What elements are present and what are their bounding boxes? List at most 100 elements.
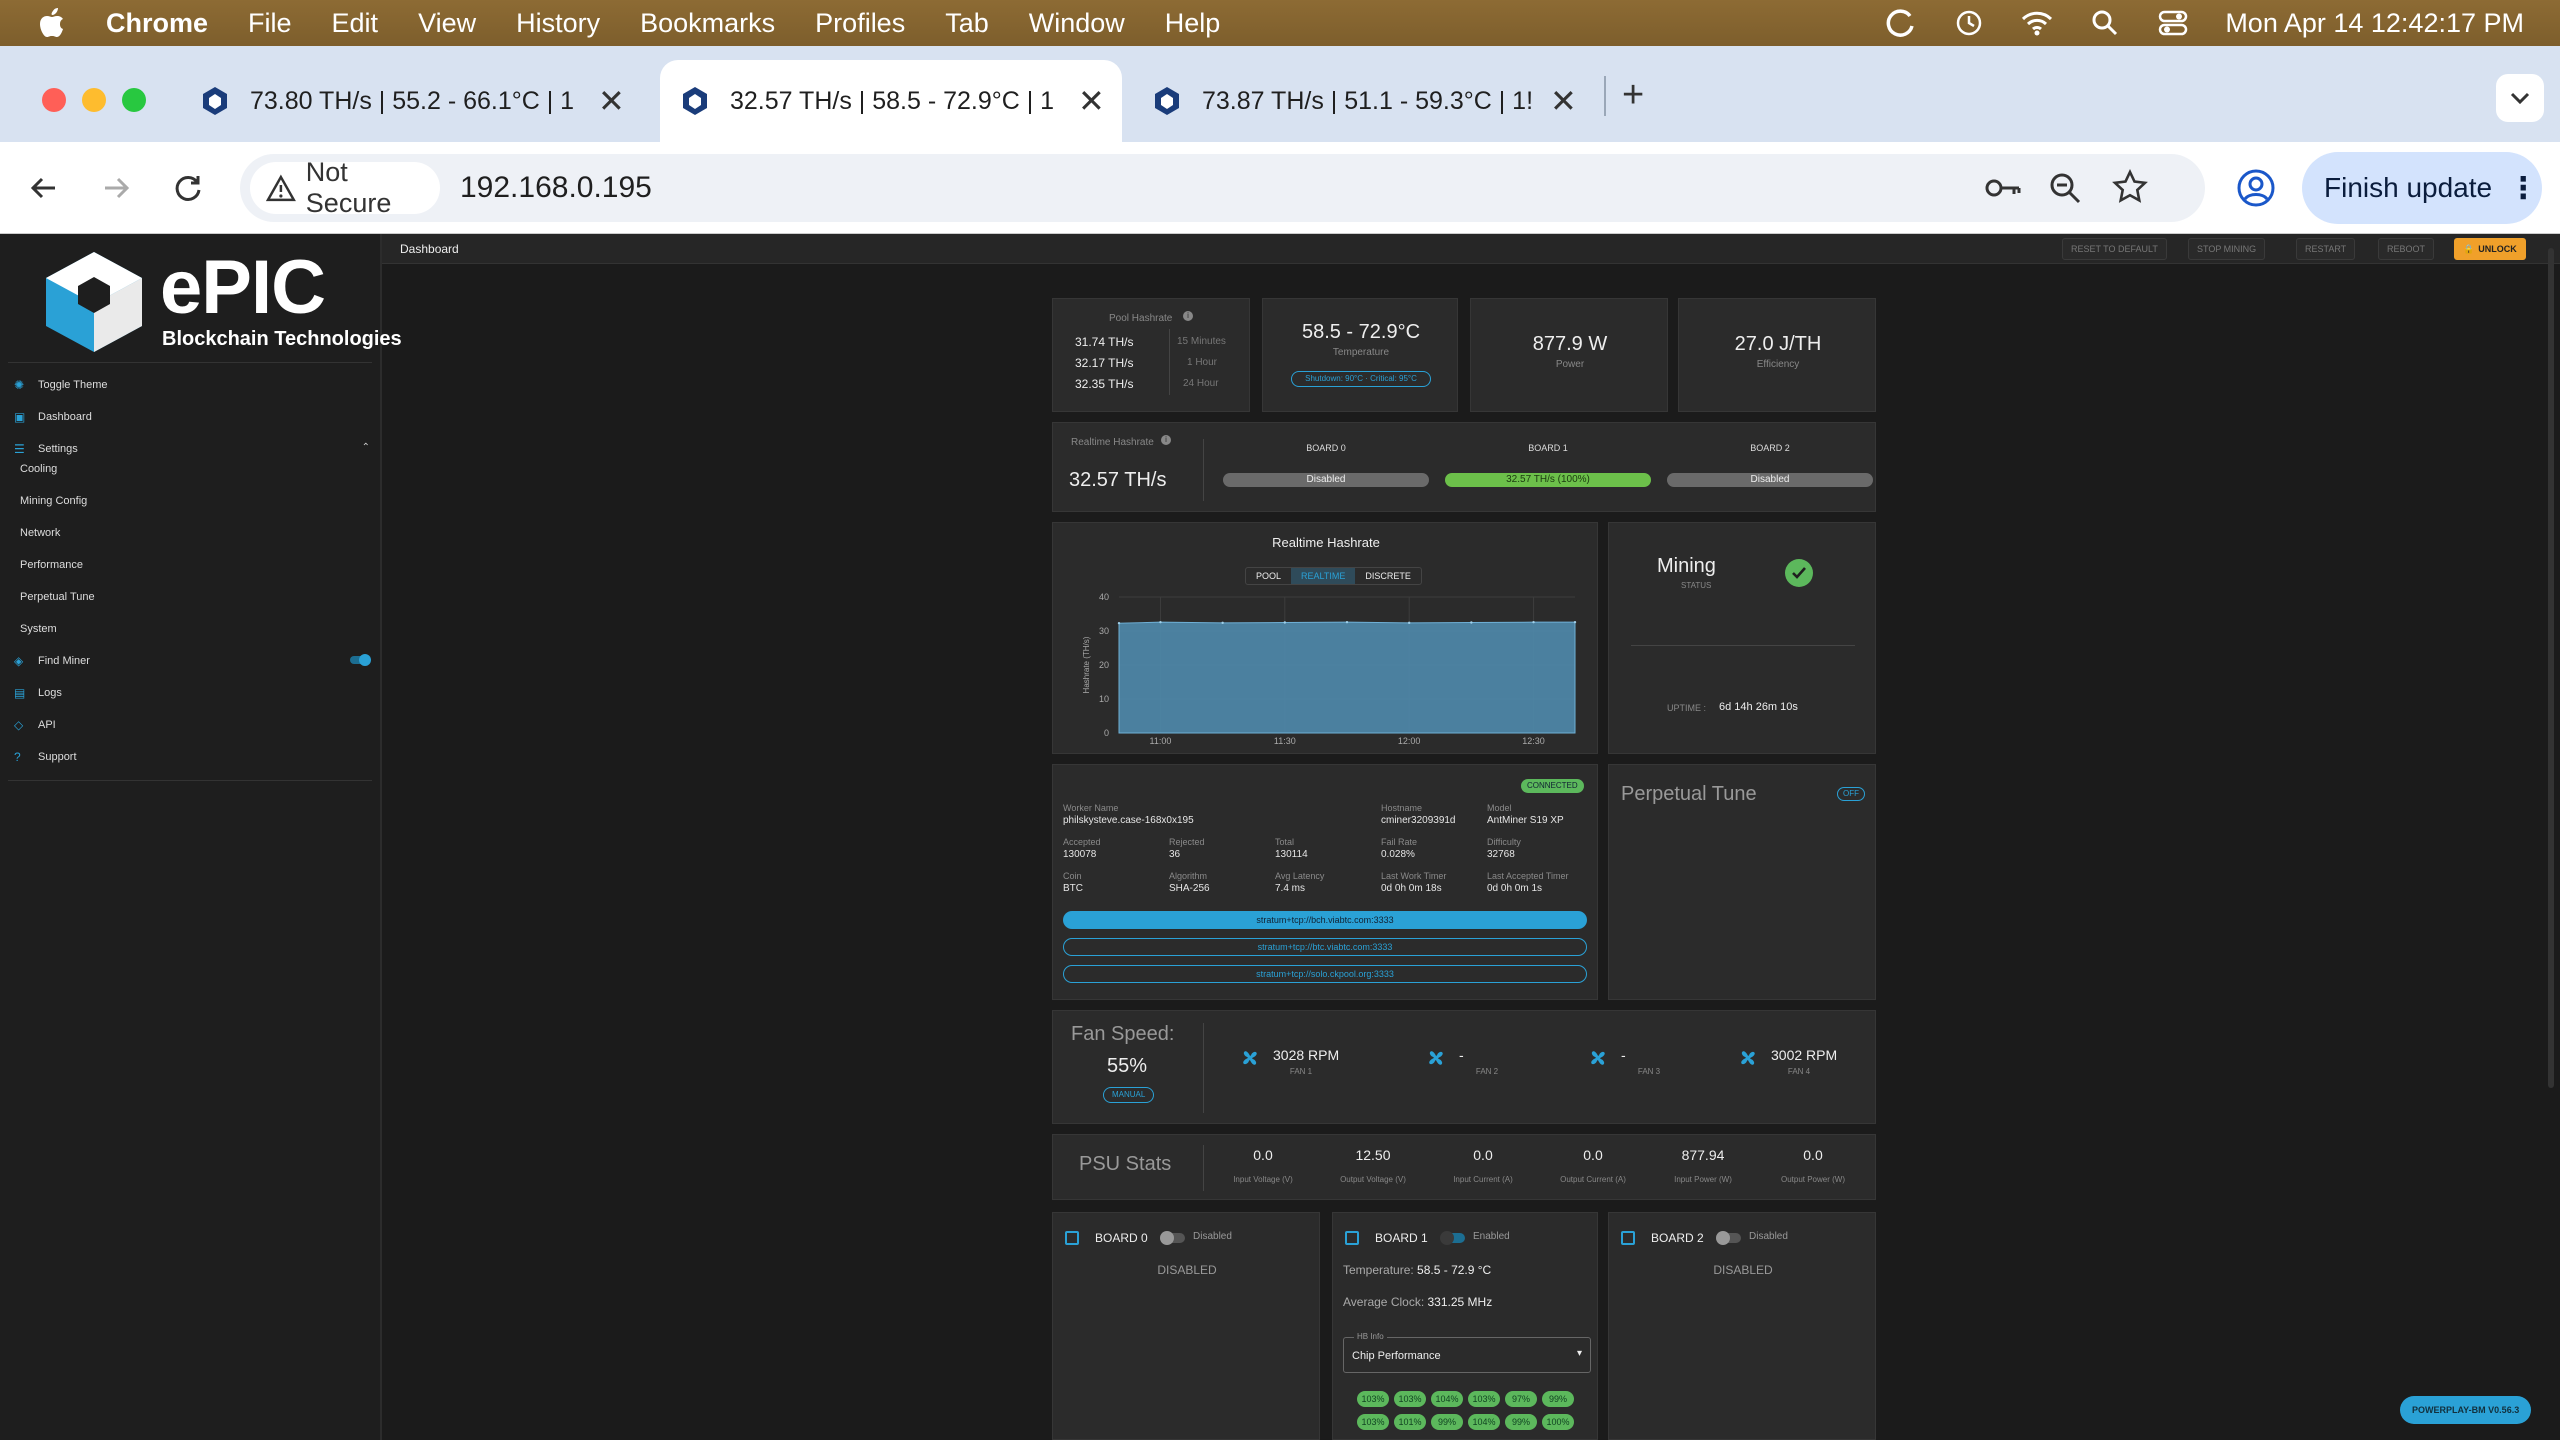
menu-profiles[interactable]: Profiles <box>815 8 905 39</box>
apple-logo-icon[interactable] <box>24 0 80 46</box>
sidebar-item-find-miner[interactable]: ◈ Find Miner <box>14 648 371 674</box>
board-1-toggle[interactable] <box>1440 1231 1465 1245</box>
tab-close-icon[interactable]: ✕ <box>1078 82 1105 120</box>
pool-field-value: 32768 <box>1487 849 1515 860</box>
menu-bookmarks[interactable]: Bookmarks <box>640 8 775 39</box>
wifi-icon[interactable] <box>2017 3 2057 43</box>
sidebar-item-network[interactable]: Network <box>20 527 60 539</box>
fan-name: FAN 1 <box>1289 1067 1313 1076</box>
menu-history[interactable]: History <box>516 8 600 39</box>
lock-icon: 🔒 <box>2463 243 2475 254</box>
window-minimize-button[interactable] <box>82 88 106 112</box>
fan-mode-badge[interactable]: MANUAL <box>1103 1087 1155 1103</box>
chevron-up-icon[interactable]: ⌃ <box>362 442 370 453</box>
divider <box>1203 439 1204 501</box>
chip-percent-badge: 97% <box>1505 1391 1537 1407</box>
time-machine-icon[interactable] <box>1949 3 1989 43</box>
button-label: REBOOT <box>2387 244 2426 254</box>
hb-info-select[interactable]: HB Info Chip Performance ▾ <box>1343 1332 1591 1373</box>
menu-window[interactable]: Window <box>1029 8 1125 39</box>
sidebar-item-dashboard[interactable]: ▣ Dashboard <box>14 404 92 430</box>
more-menu-icon[interactable]: ⋮ <box>2508 171 2538 206</box>
realtime-hashrate-card: Realtime Hashrate i 32.57 TH/s BOARD 0 D… <box>1052 422 1876 512</box>
pool-url-2[interactable]: stratum+tcp://btc.viabtc.com:3333 <box>1063 938 1587 956</box>
pool-field-key: Last Work Timer <box>1381 871 1447 881</box>
menu-tab[interactable]: Tab <box>945 8 989 39</box>
browser-tab-2[interactable]: 32.57 TH/s | 58.5 - 72.9°C | 1 ✕ <box>660 60 1122 142</box>
sidebar-item-system[interactable]: System <box>20 623 57 635</box>
control-center-icon[interactable] <box>2153 3 2193 43</box>
reset-to-default-button[interactable]: RESET TO DEFAULT <box>2062 238 2167 260</box>
bookmark-star-icon[interactable] <box>2112 168 2148 210</box>
sidebar-item-settings[interactable]: ☰ Settings ⌃ <box>14 436 370 462</box>
pool-url-3[interactable]: stratum+tcp://solo.ckpool.org:3333 <box>1063 965 1587 983</box>
temp-label: Temperature: <box>1343 1263 1414 1277</box>
sidebar-item-mining-config[interactable]: Mining Config <box>20 495 87 507</box>
temperature-label: Temperature <box>1332 347 1390 358</box>
sidebar-item-api[interactable]: ◇ API <box>14 712 56 738</box>
not-secure-chip[interactable]: Not Secure <box>250 157 440 218</box>
menu-help[interactable]: Help <box>1165 8 1221 39</box>
sun-icon: ✺ <box>14 378 25 392</box>
tab-search-chevron-icon[interactable] <box>2496 74 2544 122</box>
sidebar-item-cooling[interactable]: Cooling <box>20 463 57 475</box>
stop-mining-button[interactable]: STOP MINING <box>2188 238 2266 260</box>
pool-url-1[interactable]: stratum+tcp://bch.viabtc.com:3333 <box>1063 911 1587 929</box>
reboot-button[interactable]: REBOOT <box>2378 238 2435 260</box>
menu-app-name[interactable]: Chrome <box>106 8 208 39</box>
spotlight-search-icon[interactable] <box>2085 3 2125 43</box>
window-close-button[interactable] <box>42 88 66 112</box>
board-0-toggle[interactable] <box>1160 1231 1185 1245</box>
unlock-button[interactable]: 🔒 UNLOCK <box>2454 238 2526 260</box>
forward-arrow-icon[interactable] <box>92 164 140 212</box>
sidebar-item-support[interactable]: ? Support <box>14 744 77 770</box>
window-zoom-button[interactable] <box>122 88 146 112</box>
sidebar-item-performance[interactable]: Performance <box>20 559 83 571</box>
menu-clock[interactable]: Mon Apr 14 12:42:17 PM <box>2225 8 2524 39</box>
zoom-icon[interactable] <box>2048 171 2082 210</box>
sidebar-item-label: Toggle Theme <box>38 379 108 391</box>
perpetual-tune-off-badge[interactable]: OFF <box>1837 787 1865 801</box>
password-key-icon[interactable] <box>1984 171 2022 210</box>
sidebar-item-logs[interactable]: ▤ Logs <box>14 680 62 706</box>
version-badge[interactable]: POWERPLAY-BM V0.56.3 <box>2400 1396 2532 1424</box>
profile-avatar-icon[interactable] <box>2236 168 2276 213</box>
restart-button[interactable]: RESTART <box>2296 238 2356 260</box>
sidebar-divider <box>8 362 372 363</box>
x-tick-label: 11:00 <box>1150 736 1172 746</box>
fan-rpm: - <box>1621 1047 1626 1063</box>
new-tab-plus-icon[interactable]: + <box>1622 74 1644 117</box>
browser-tab-1[interactable]: 73.80 TH/s | 55.2 - 66.1°C | 1 ✕ <box>180 60 640 142</box>
tab-close-icon[interactable]: ✕ <box>1550 82 1577 120</box>
fan-speed-card: Fan Speed: 55% MANUAL 3028 RPM FAN 1 - FAN … <box>1052 1010 1876 1124</box>
perpetual-tune-card: Perpetual Tune OFF <box>1608 764 1876 1000</box>
menu-edit[interactable]: Edit <box>332 8 379 39</box>
power-label: Power <box>1555 359 1585 370</box>
tab-close-icon[interactable]: ✕ <box>598 82 625 120</box>
sidebar-item-perpetual-tune[interactable]: Perpetual Tune <box>20 591 95 603</box>
hashrate-point <box>1159 620 1162 624</box>
sidebar: ePIC Blockchain Technologies ✺ Toggle The… <box>0 234 402 1440</box>
chip-percent-badge: 99% <box>1542 1391 1574 1407</box>
info-icon[interactable]: i <box>1161 435 1171 445</box>
page-scrollbar[interactable] <box>2548 248 2554 1088</box>
url-text[interactable]: 192.168.0.195 <box>460 154 652 222</box>
hashrate-area-chart[interactable]: 0 10 20 30 40 11:00 11:30 12:00 12:30 Hashrate (T… <box>1053 523 1598 754</box>
reload-status-icon[interactable] <box>1881 3 1921 43</box>
board-2-toggle[interactable] <box>1716 1231 1741 1245</box>
efficiency-value: 27.0 J/TH <box>1734 333 1822 355</box>
finish-update-button[interactable]: Finish update ⋮ <box>2302 152 2542 224</box>
back-arrow-icon[interactable] <box>20 164 68 212</box>
fan-rpm: 3028 RPM <box>1273 1047 1340 1063</box>
info-icon[interactable]: i <box>1183 311 1193 321</box>
temperature-value: 58.5 - 72.9°C <box>1301 321 1421 343</box>
reload-icon[interactable] <box>164 164 212 212</box>
browser-tab-3[interactable]: 73.87 TH/s | 51.1 - 59.3°C | 1! ✕ <box>1132 60 1592 142</box>
menu-view[interactable]: View <box>418 8 476 39</box>
sidebar-item-toggle-theme[interactable]: ✺ Toggle Theme <box>14 372 108 398</box>
find-miner-toggle[interactable] <box>350 654 371 666</box>
menu-file[interactable]: File <box>248 8 292 39</box>
find-icon: ◈ <box>14 654 24 668</box>
address-bar[interactable]: Not Secure 192.168.0.195 <box>240 154 2205 222</box>
psu-stat-label: Input Power (W) <box>1674 1175 1732 1184</box>
